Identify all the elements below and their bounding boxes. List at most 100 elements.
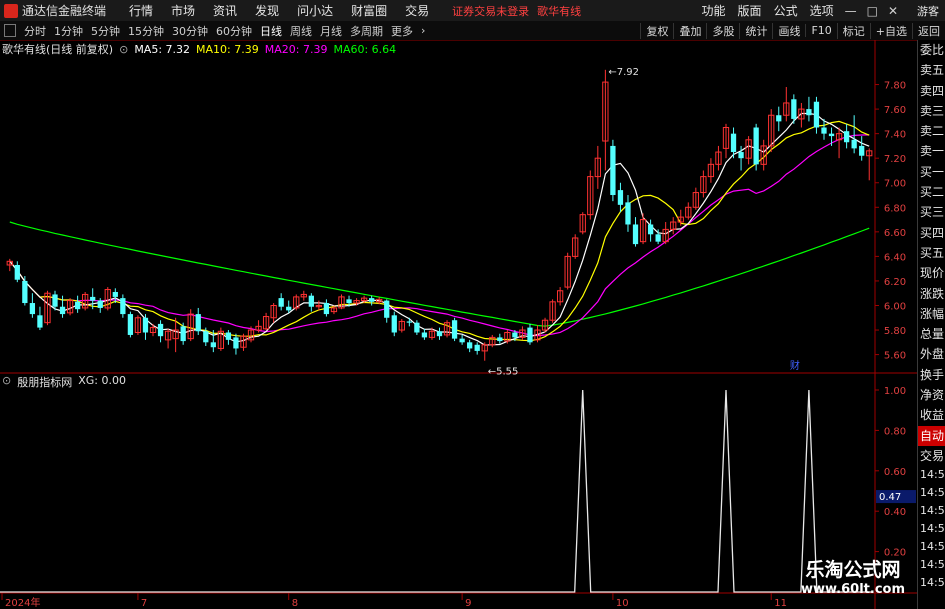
price-tick-label: 6.60: [884, 228, 906, 239]
candle-body: [323, 303, 330, 315]
menu-shichang[interactable]: 市场: [162, 2, 204, 19]
candle: [549, 299, 556, 323]
candle: [421, 328, 428, 340]
panel-toggle-icon[interactable]: [4, 24, 16, 37]
candle: [564, 252, 571, 290]
price-tick-label: 5.80: [884, 326, 906, 337]
candle-body: [210, 342, 216, 348]
menu-wenxiaoda[interactable]: 问小达: [288, 2, 342, 19]
menu-xuanxiang[interactable]: 选项: [804, 2, 840, 19]
rp-change: 涨跌: [920, 286, 945, 301]
rp-buy2: 买二: [920, 185, 945, 200]
candle: [806, 96, 812, 122]
period-fenshi[interactable]: 分时: [20, 23, 50, 39]
btn-tongji[interactable]: 统计: [739, 22, 772, 39]
candle-body: [497, 337, 503, 342]
maximize-icon[interactable]: □: [862, 4, 883, 18]
period-more[interactable]: 更多: [387, 23, 417, 39]
candle-body: [791, 99, 797, 119]
period-5min[interactable]: 5分钟: [87, 23, 124, 39]
rp-buy5: 买五: [920, 245, 945, 260]
candle: [22, 276, 28, 306]
xg-indicator-line: [0, 389, 873, 593]
kline-chart[interactable]: 7.80 7.60 7.40 7.20 7.00 6.80 6.60 6.40 6.20 6.00…: [0, 40, 917, 609]
menu-caifuquan[interactable]: 财富圈: [342, 2, 396, 19]
candle: [149, 323, 157, 337]
period-1min[interactable]: 1分钟: [50, 23, 87, 39]
rp-pct: 涨幅: [920, 306, 945, 321]
candle-body: [59, 306, 66, 315]
btn-fanhui[interactable]: 返回: [912, 22, 945, 39]
candle-body: [391, 315, 397, 333]
candle-body: [406, 321, 412, 323]
btn-f10[interactable]: F10: [805, 24, 836, 37]
date-tick-label: 10: [616, 598, 629, 609]
candle: [587, 170, 594, 220]
login-status[interactable]: 证券交易未登录: [452, 3, 529, 19]
indicator-settings-icon[interactable]: ⊙: [2, 374, 11, 390]
menu-zixun[interactable]: 资讯: [204, 2, 246, 19]
candle-body: [346, 299, 352, 304]
candle: [835, 127, 843, 159]
candle-body: [828, 133, 835, 137]
candle: [504, 330, 511, 344]
rp-auto-tab[interactable]: 自动: [918, 425, 945, 446]
candle: [300, 290, 307, 301]
candle: [293, 294, 300, 311]
guest-label[interactable]: 游客: [917, 3, 939, 19]
rp-sell4: 卖四: [920, 83, 945, 98]
period-weekly[interactable]: 周线: [286, 23, 316, 39]
rp-earnings: 收益: [920, 408, 945, 423]
candle-body: [617, 190, 624, 205]
period-multi[interactable]: 多周期: [346, 23, 387, 39]
btn-diejia[interactable]: 叠加: [673, 22, 706, 39]
rp-weibi: 委比: [920, 43, 945, 57]
candle: [164, 328, 172, 349]
btn-huaxian[interactable]: 画线: [772, 22, 805, 39]
menu-banmian[interactable]: 版面: [732, 2, 768, 19]
period-monthly[interactable]: 月线: [316, 23, 346, 39]
candle: [617, 182, 624, 213]
ma5-line: [9, 112, 870, 346]
candle-body: [421, 332, 428, 338]
period-15min[interactable]: 15分钟: [124, 23, 168, 39]
stock-tag: 歌华有线: [537, 4, 582, 18]
menu-hangqing[interactable]: 行情: [120, 2, 162, 19]
candle: [406, 317, 412, 327]
rp-trade-tab[interactable]: 交易: [918, 446, 945, 466]
date-tick-label: 8: [292, 598, 298, 609]
menu-jiaoyi[interactable]: 交易: [396, 2, 438, 19]
candle: [66, 298, 74, 316]
candle: [157, 320, 164, 343]
candle-body: [655, 234, 661, 242]
date-tick-label: 2024年: [5, 596, 40, 609]
site-watermark: 乐淘公式网 www.60lt.com: [783, 555, 923, 597]
candle: [6, 258, 13, 272]
period-daily[interactable]: 日线: [256, 23, 286, 39]
candle-body: [738, 152, 744, 159]
candle: [828, 127, 835, 146]
candle-body: [112, 291, 118, 297]
menu-faxian[interactable]: 发现: [246, 2, 288, 19]
candle-body: [512, 332, 518, 338]
btn-biaoji[interactable]: 标记: [836, 22, 870, 39]
btn-zixuan[interactable]: +自选: [869, 22, 912, 39]
ind-tick-label: 0.80: [884, 426, 906, 437]
candle: [813, 96, 820, 134]
candle-body: [22, 280, 28, 304]
candle-body: [195, 314, 201, 332]
minimize-icon[interactable]: —: [840, 4, 862, 18]
period-60min[interactable]: 60分钟: [212, 23, 256, 39]
candle: [338, 294, 345, 310]
candle-body: [436, 331, 443, 337]
price-tick-label: 7.40: [884, 130, 906, 141]
close-icon[interactable]: ✕: [883, 4, 903, 18]
menu-gongneng[interactable]: 功能: [696, 2, 732, 19]
menu-gongshi[interactable]: 公式: [768, 2, 804, 19]
period-30min[interactable]: 30分钟: [168, 23, 212, 39]
app-title: 通达信金融终端: [22, 4, 107, 18]
date-tick-label: 7: [141, 598, 147, 609]
btn-fuquan[interactable]: 复权: [640, 22, 673, 39]
chevron-right-icon[interactable]: ›: [417, 24, 429, 37]
btn-duogu[interactable]: 多股: [706, 22, 739, 39]
